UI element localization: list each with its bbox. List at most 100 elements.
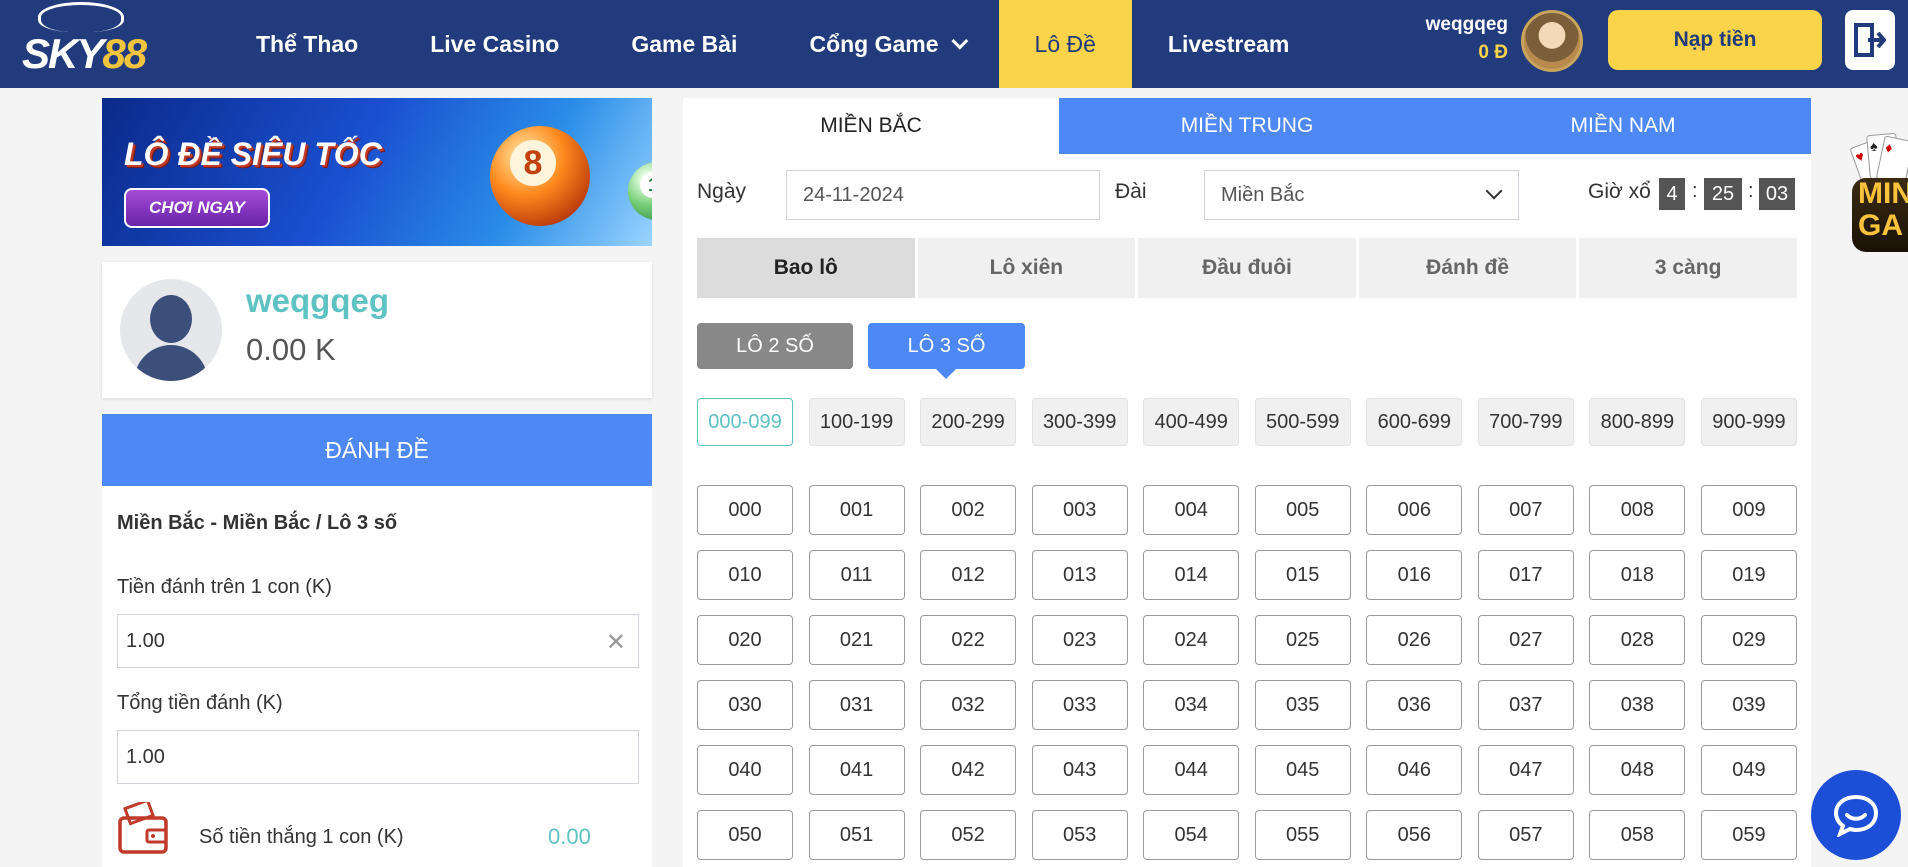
number-button-048[interactable]: 048 <box>1589 745 1686 795</box>
number-button-034[interactable]: 034 <box>1143 680 1240 730</box>
nav-game-bai[interactable]: Game Bài <box>595 0 773 88</box>
lo-3-so-button[interactable]: LÔ 3 SỐ <box>868 323 1025 379</box>
number-button-053[interactable]: 053 <box>1031 810 1128 860</box>
number-button-058[interactable]: 058 <box>1589 810 1686 860</box>
tab-dau-duoi[interactable]: Đầu đuôi <box>1138 238 1356 298</box>
number-button-005[interactable]: 005 <box>1254 485 1351 535</box>
mini-game-widget[interactable]: ♥ ♠ ♦ MINI GA <box>1850 128 1908 258</box>
number-button-052[interactable]: 052 <box>920 810 1017 860</box>
number-button-032[interactable]: 032 <box>920 680 1017 730</box>
tab-mien-trung[interactable]: MIỀN TRUNG <box>1059 98 1435 154</box>
number-button-006[interactable]: 006 <box>1366 485 1463 535</box>
nav-cong-game[interactable]: Cổng Game <box>773 0 998 88</box>
number-button-043[interactable]: 043 <box>1031 745 1128 795</box>
number-button-014[interactable]: 014 <box>1143 550 1240 600</box>
number-button-028[interactable]: 028 <box>1589 615 1686 665</box>
range-button-600-699[interactable]: 600-699 <box>1366 398 1463 446</box>
tab-mien-bac[interactable]: MIỀN BẮC <box>683 98 1059 154</box>
number-button-007[interactable]: 007 <box>1477 485 1574 535</box>
number-button-008[interactable]: 008 <box>1589 485 1686 535</box>
number-button-030[interactable]: 030 <box>697 680 793 730</box>
range-button-000-099[interactable]: 000-099 <box>697 398 793 446</box>
range-button-800-899[interactable]: 800-899 <box>1589 398 1686 446</box>
deposit-button[interactable]: Nạp tiền <box>1608 10 1822 70</box>
tab-mien-nam[interactable]: MIỀN NAM <box>1435 98 1811 154</box>
number-button-015[interactable]: 015 <box>1254 550 1351 600</box>
number-button-037[interactable]: 037 <box>1477 680 1574 730</box>
number-button-040[interactable]: 040 <box>697 745 793 795</box>
number-button-036[interactable]: 036 <box>1366 680 1463 730</box>
number-button-018[interactable]: 018 <box>1589 550 1686 600</box>
live-chat-button[interactable] <box>1811 770 1901 860</box>
number-button-027[interactable]: 027 <box>1477 615 1574 665</box>
avatar[interactable] <box>1521 10 1583 72</box>
number-button-004[interactable]: 004 <box>1143 485 1240 535</box>
range-button-900-999[interactable]: 900-999 <box>1700 398 1797 446</box>
number-button-011[interactable]: 011 <box>808 550 905 600</box>
win-per-number-value: 0.00 <box>548 824 591 849</box>
number-button-003[interactable]: 003 <box>1031 485 1128 535</box>
number-button-042[interactable]: 042 <box>920 745 1017 795</box>
nav-livestream[interactable]: Livestream <box>1132 0 1325 88</box>
range-button-100-199[interactable]: 100-199 <box>808 398 905 446</box>
number-button-039[interactable]: 039 <box>1700 680 1797 730</box>
play-now-button[interactable]: CHƠI NGAY <box>124 188 270 228</box>
number-button-010[interactable]: 010 <box>697 550 793 600</box>
range-button-300-399[interactable]: 300-399 <box>1031 398 1128 446</box>
nav-live-casino[interactable]: Live Casino <box>394 0 595 88</box>
range-button-500-599[interactable]: 500-599 <box>1254 398 1351 446</box>
number-button-059[interactable]: 059 <box>1700 810 1797 860</box>
number-button-012[interactable]: 012 <box>920 550 1017 600</box>
sky88-logo[interactable]: SKY88 <box>20 2 147 86</box>
tab-bao-lo[interactable]: Bao lô <box>697 238 915 298</box>
number-button-021[interactable]: 021 <box>808 615 905 665</box>
number-button-026[interactable]: 026 <box>1366 615 1463 665</box>
number-button-049[interactable]: 049 <box>1700 745 1797 795</box>
number-button-054[interactable]: 054 <box>1143 810 1240 860</box>
tab-danh-de[interactable]: Đánh đề <box>1358 238 1577 298</box>
clear-icon[interactable]: ✕ <box>606 628 626 657</box>
lo-de-sieu-toc-banner[interactable]: LÔ ĐỀ SIÊU TỐC CHƠI NGAY 8 1 <box>102 98 652 246</box>
number-button-016[interactable]: 016 <box>1366 550 1463 600</box>
number-button-000[interactable]: 000 <box>697 485 793 535</box>
number-button-044[interactable]: 044 <box>1143 745 1240 795</box>
lo-2-so-button[interactable]: LÔ 2 SỐ <box>697 323 853 369</box>
number-button-045[interactable]: 045 <box>1254 745 1351 795</box>
number-button-038[interactable]: 038 <box>1589 680 1686 730</box>
number-button-050[interactable]: 050 <box>697 810 793 860</box>
number-button-031[interactable]: 031 <box>808 680 905 730</box>
top-nav-bar: SKY88 Thể Thao Live Casino Game Bài Cổng… <box>0 0 1908 88</box>
number-button-029[interactable]: 029 <box>1700 615 1797 665</box>
number-button-041[interactable]: 041 <box>808 745 905 795</box>
range-button-700-799[interactable]: 700-799 <box>1477 398 1574 446</box>
logout-button[interactable] <box>1845 10 1895 70</box>
number-button-056[interactable]: 056 <box>1366 810 1463 860</box>
station-select[interactable]: Miền Bắc <box>1204 170 1519 220</box>
number-button-025[interactable]: 025 <box>1254 615 1351 665</box>
number-button-047[interactable]: 047 <box>1477 745 1574 795</box>
tab-3-cang[interactable]: 3 càng <box>1579 238 1797 298</box>
number-button-051[interactable]: 051 <box>808 810 905 860</box>
number-button-020[interactable]: 020 <box>697 615 793 665</box>
stake-input[interactable]: 1.00 ✕ <box>117 614 639 668</box>
number-button-019[interactable]: 019 <box>1700 550 1797 600</box>
number-button-001[interactable]: 001 <box>808 485 905 535</box>
nav-the-thao[interactable]: Thể Thao <box>220 0 394 88</box>
number-button-024[interactable]: 024 <box>1143 615 1240 665</box>
range-button-400-499[interactable]: 400-499 <box>1143 398 1240 446</box>
range-button-200-299[interactable]: 200-299 <box>920 398 1017 446</box>
number-button-046[interactable]: 046 <box>1366 745 1463 795</box>
number-button-057[interactable]: 057 <box>1477 810 1574 860</box>
number-button-023[interactable]: 023 <box>1031 615 1128 665</box>
tab-lo-xien[interactable]: Lô xiên <box>917 238 1136 298</box>
number-button-035[interactable]: 035 <box>1254 680 1351 730</box>
number-button-022[interactable]: 022 <box>920 615 1017 665</box>
number-button-033[interactable]: 033 <box>1031 680 1128 730</box>
number-button-017[interactable]: 017 <box>1477 550 1574 600</box>
nav-lo-de[interactable]: Lô Đề <box>998 0 1132 88</box>
number-button-013[interactable]: 013 <box>1031 550 1128 600</box>
number-button-002[interactable]: 002 <box>920 485 1017 535</box>
number-button-009[interactable]: 009 <box>1700 485 1797 535</box>
number-button-055[interactable]: 055 <box>1254 810 1351 860</box>
date-input[interactable]: 24-11-2024 <box>786 170 1100 220</box>
